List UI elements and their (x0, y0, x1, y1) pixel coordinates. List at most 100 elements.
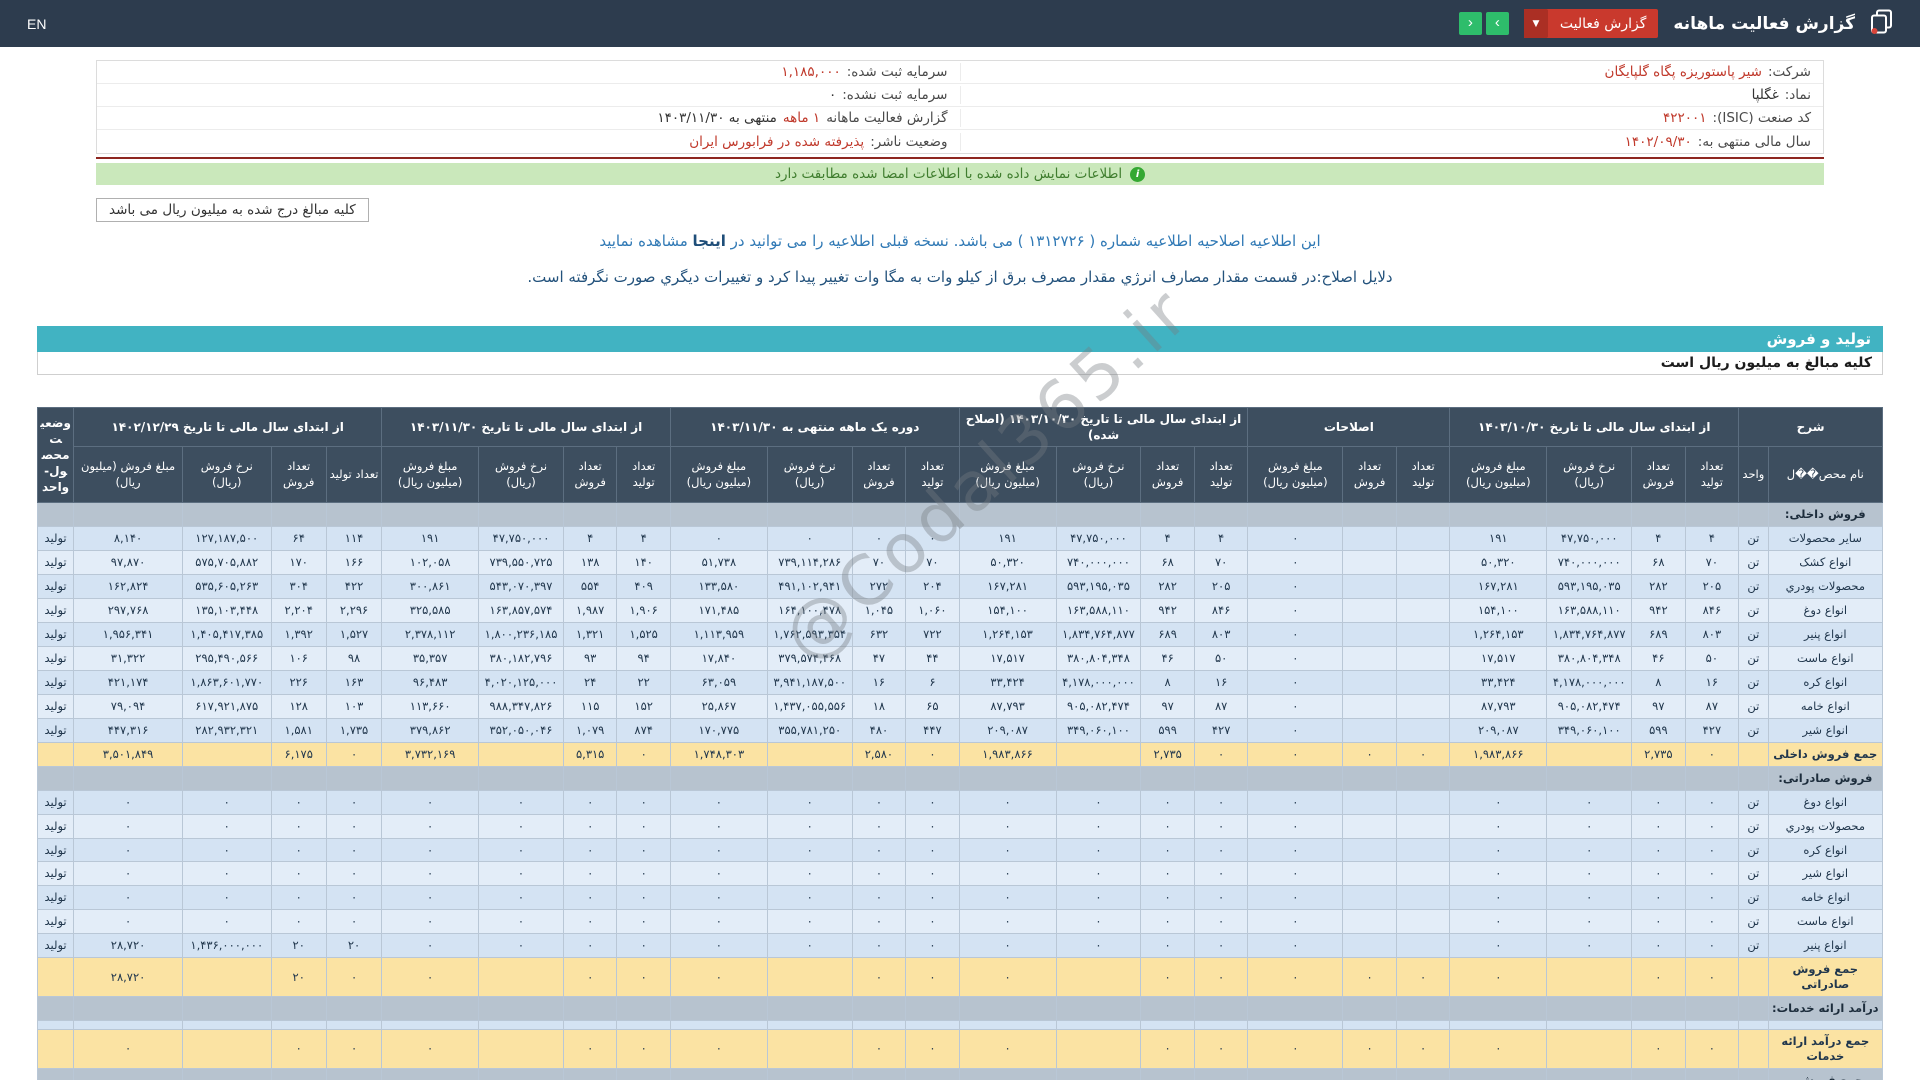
value-cell (182, 742, 271, 766)
product-status-cell (38, 1021, 74, 1030)
value-cell: ۲۰۵ (1194, 575, 1248, 599)
value-cell: ۱,۵۲۵ (617, 623, 671, 647)
value-cell: ۰ (479, 814, 564, 838)
value-cell: ۰ (74, 838, 183, 862)
value-cell: ۰ (382, 790, 479, 814)
value-cell: ۲۲ (617, 670, 671, 694)
value-cell (1685, 503, 1739, 527)
value-cell: ۵۹۹ (1141, 718, 1195, 742)
table-row: انواع شیرتن۴۲۷۵۹۹۳۴۹,۰۶۰,۱۰۰۲۰۹,۰۸۷۰۴۲۷۵… (38, 718, 1883, 742)
product-name-cell: سایر محصولات (1768, 527, 1882, 551)
unit-cell (1739, 997, 1769, 1021)
value-cell: ۰ (1685, 934, 1739, 958)
issuer-status-cell: وضعیت ناشر: پذیرفته شده در فرابورس ایران (97, 133, 960, 151)
product-name-cell: انواع پنیر (1768, 623, 1882, 647)
info-icon: i (1130, 167, 1145, 182)
value-cell: ۹۰۵,۰۸۲,۴۷۴ (1547, 694, 1632, 718)
value-cell (1343, 1068, 1397, 1080)
value-cell: ۱,۰۷۹ (563, 718, 617, 742)
value-cell: ۱۶ (1685, 670, 1739, 694)
value-cell: ۲۷۲ (852, 575, 906, 599)
product-status-cell: تولید (38, 790, 74, 814)
value-cell (1194, 1021, 1248, 1030)
report-type-dropdown[interactable]: گزارش فعالیت ▼ (1524, 9, 1659, 38)
value-cell (906, 1068, 960, 1080)
value-cell: ۸۴۶ (1194, 599, 1248, 623)
registered-capital-cell: سرمایه ثبت شده: ۱,۱۸۵,۰۰۰ (97, 63, 960, 81)
value-cell (1141, 766, 1195, 790)
column-header: نرخ فروش (ریال) (182, 447, 271, 503)
unregistered-capital-cell: سرمایه ثبت نشده: ۰ (97, 86, 960, 104)
value-cell: ۱۷,۸۴۰ (670, 647, 767, 671)
product-status-cell: تولید (38, 934, 74, 958)
group-header-one-month-1403-11-30: دوره یک ماهه منتهی به ۱۴۰۳/۱۱/۳۰ (670, 408, 959, 447)
column-header: تعداد فروش (1343, 447, 1397, 503)
value-cell: ۰ (767, 838, 852, 862)
value-cell: ۰ (382, 814, 479, 838)
top-navbar: گزارش فعالیت ماهانه گزارش فعالیت ▼ › ‹ E… (0, 0, 1920, 47)
value-cell: ۰ (906, 814, 960, 838)
value-cell (1056, 1030, 1141, 1069)
column-header-status: وضعیت محصول-واحد (38, 408, 74, 503)
column-header: تعداد تولید (1194, 447, 1248, 503)
value-cell: ۰ (1141, 814, 1195, 838)
value-cell: ۲۰ (271, 958, 326, 997)
value-cell (1547, 503, 1632, 527)
value-cell: ۰ (1248, 838, 1343, 862)
value-cell: ۹۷,۸۷۰ (74, 551, 183, 575)
amendment-reason-text: دلایل اصلاح:در قسمت مقدار مصارف انرژي مق… (96, 268, 1824, 286)
value-cell: ۴۶ (1632, 647, 1686, 671)
column-header-product: نام محص��ل (1768, 447, 1882, 503)
value-cell: ۰ (617, 742, 671, 766)
product-status-cell: تولید (38, 838, 74, 862)
value-cell: ۰ (74, 1030, 183, 1069)
value-cell (271, 1068, 326, 1080)
unit-cell: تن (1739, 551, 1769, 575)
language-toggle-en[interactable]: EN (27, 16, 46, 32)
value-cell: ۷۰ (906, 551, 960, 575)
value-cell: ۰ (1248, 862, 1343, 886)
value-cell: ۰ (852, 527, 906, 551)
value-cell (1141, 503, 1195, 527)
product-status-cell (38, 958, 74, 997)
value-cell: ۰ (852, 790, 906, 814)
value-cell (1343, 599, 1397, 623)
value-cell: ۰ (959, 958, 1056, 997)
company-value: شیر پاستوریزه پگاه گلپایگان (1605, 64, 1762, 80)
amounts-unit-box: کلیه مبالغ درج شده به میلیون ریال می باش… (96, 198, 369, 222)
value-cell: ۰ (326, 742, 381, 766)
column-header: نرخ فروش (ریال) (767, 447, 852, 503)
registered-capital-label: سرمایه ثبت شده: (847, 64, 948, 80)
info-row: نماد: غگلپا سرمایه ثبت نشده: ۰ (97, 84, 1823, 107)
value-cell: ۰ (563, 862, 617, 886)
previous-version-link[interactable]: اینجا (693, 232, 726, 250)
unit-cell: تن (1739, 623, 1769, 647)
value-cell (479, 958, 564, 997)
value-cell: ۰ (1450, 886, 1547, 910)
value-cell (767, 958, 852, 997)
value-cell: ۷۴۰,۰۰۰,۰۰۰ (1547, 551, 1632, 575)
value-cell (1248, 503, 1343, 527)
value-cell: ۰ (1685, 886, 1739, 910)
value-cell: ۰ (1632, 1030, 1686, 1069)
value-cell: ۶۳۲ (852, 623, 906, 647)
prev-report-button[interactable]: ‹ (1459, 12, 1482, 35)
next-report-button[interactable]: › (1486, 12, 1509, 35)
value-cell: ۰ (1450, 814, 1547, 838)
value-cell: ۹۴۲ (1141, 599, 1195, 623)
column-header: مبلغ فروش (میلیون ریال) (959, 447, 1056, 503)
value-cell: ۱۷۰ (271, 551, 326, 575)
section-header-row: فروش صادراتی: (38, 766, 1883, 790)
column-header: تعداد تولید (326, 447, 381, 503)
value-cell: ۹۷ (1141, 694, 1195, 718)
value-cell: ۰ (182, 814, 271, 838)
value-cell: ۲۸,۷۲۰ (74, 958, 183, 997)
unit-cell: تن (1739, 694, 1769, 718)
value-cell: ۱,۷۴۸,۳۰۳ (670, 742, 767, 766)
value-cell (382, 503, 479, 527)
unit-cell (1739, 1030, 1769, 1069)
value-cell: ۴ (563, 527, 617, 551)
sum-row: جمع درآمد ارائه خدمات۰۰۰۰۰۰۰۰۰۰۰۰۰۰۰۰۰۰ (38, 1030, 1883, 1069)
value-cell: ۰ (479, 886, 564, 910)
value-cell: ۰ (382, 934, 479, 958)
